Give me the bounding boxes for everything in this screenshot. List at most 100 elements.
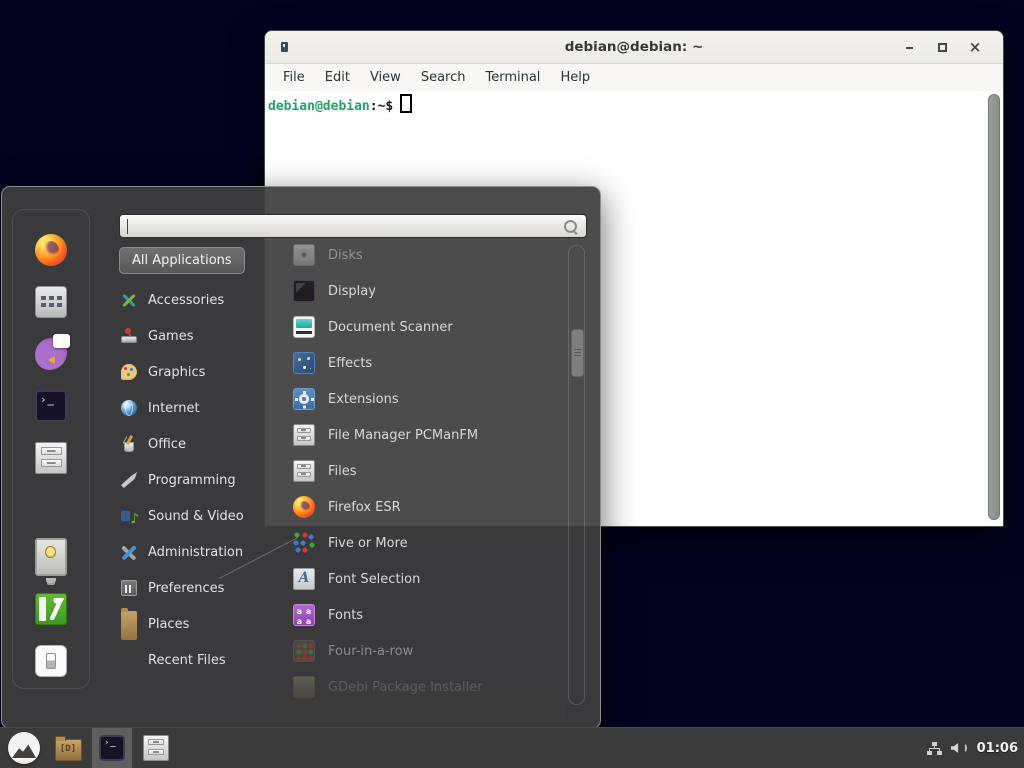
scanner-icon bbox=[293, 316, 315, 338]
category-graphics[interactable]: Graphics bbox=[119, 354, 279, 390]
minimize-button[interactable] bbox=[900, 40, 918, 55]
maximize-button[interactable] bbox=[933, 40, 951, 55]
category-programming[interactable]: Programming bbox=[119, 462, 279, 498]
terminal-menu-file[interactable]: File bbox=[273, 66, 315, 89]
app-item-label: Firefox ESR bbox=[328, 500, 401, 515]
app-item-display[interactable]: Display bbox=[285, 273, 567, 309]
terminal-menu-view[interactable]: View bbox=[360, 66, 411, 89]
favorite-software[interactable] bbox=[13, 276, 89, 328]
shutdown-icon bbox=[35, 645, 67, 677]
category-label: Administration bbox=[148, 545, 243, 560]
prompt-user-host: debian@debian bbox=[268, 99, 370, 114]
terminal-menu-edit[interactable]: Edit bbox=[315, 66, 360, 89]
category-label: Sound & Video bbox=[148, 509, 244, 524]
graphics-icon bbox=[121, 364, 137, 380]
messenger-icon bbox=[35, 338, 67, 370]
menu-scrollbar-track[interactable] bbox=[568, 245, 585, 705]
volume-icon[interactable] bbox=[951, 741, 968, 755]
taskbar-file-manager-button[interactable] bbox=[136, 728, 176, 768]
category-selected-button[interactable]: All Applications bbox=[119, 247, 245, 274]
favorite-screensaver[interactable] bbox=[13, 531, 89, 583]
display-icon bbox=[293, 280, 315, 302]
taskbar-launchers bbox=[0, 728, 176, 768]
application-list: Disks Display Document Scanner Effects Exten… bbox=[285, 237, 567, 705]
network-icon[interactable] bbox=[927, 742, 942, 755]
application-menu: All Applications Accessories Games Graphics… bbox=[1, 186, 601, 729]
app-item-effects[interactable]: Effects bbox=[285, 345, 567, 381]
app-item-five-or-more[interactable]: Five or More bbox=[285, 525, 567, 561]
filecab-icon bbox=[35, 442, 67, 474]
app-item-label: Effects bbox=[328, 356, 372, 371]
start-icon bbox=[8, 732, 40, 764]
favorite-firefox[interactable] bbox=[13, 224, 89, 276]
favorite-messenger[interactable] bbox=[13, 328, 89, 380]
app-item-firefox-esr[interactable]: Firefox ESR bbox=[285, 489, 567, 525]
screensaver-icon bbox=[35, 538, 67, 575]
terminal-title: debian@debian: ~ bbox=[265, 31, 1003, 63]
games-icon bbox=[121, 328, 137, 344]
favorite-terminal[interactable] bbox=[13, 380, 89, 432]
administration-icon bbox=[121, 544, 137, 560]
terminal-scrollbar-thumb[interactable] bbox=[988, 94, 1000, 520]
accessories-icon bbox=[121, 292, 137, 308]
search-icon bbox=[564, 220, 577, 233]
app-item-files[interactable]: Files bbox=[285, 453, 567, 489]
app-item-label: GDebi Package Installer bbox=[328, 680, 483, 695]
favorite-file-manager[interactable] bbox=[13, 432, 89, 484]
folder-d-icon bbox=[55, 739, 82, 761]
fontselection-icon bbox=[293, 568, 315, 590]
app-item-label: Display bbox=[328, 284, 376, 299]
app-item-font-selection[interactable]: Font Selection bbox=[285, 561, 567, 597]
terminal-menubar: FileEditViewSearchTerminalHelp bbox=[265, 64, 1003, 91]
category-accessories[interactable]: Accessories bbox=[119, 282, 279, 318]
app-item-label: Document Scanner bbox=[328, 320, 453, 335]
app-item-fonts[interactable]: Fonts bbox=[285, 597, 567, 633]
office-icon bbox=[121, 436, 137, 452]
clock[interactable]: 01:06 bbox=[977, 741, 1018, 756]
text-caret bbox=[127, 219, 128, 234]
favorite-logout[interactable] bbox=[13, 583, 89, 635]
category-all-applications[interactable]: All Applications bbox=[119, 247, 279, 279]
category-administration[interactable]: Administration bbox=[119, 534, 279, 570]
taskbar-terminal-button[interactable] bbox=[92, 728, 132, 768]
close-button[interactable] bbox=[966, 40, 984, 55]
search-input[interactable] bbox=[119, 214, 587, 238]
firefox-icon bbox=[35, 234, 67, 266]
category-games[interactable]: Games bbox=[119, 318, 279, 354]
terminal-menu-search[interactable]: Search bbox=[411, 66, 476, 89]
desktop: debian@debian: ~ FileEditViewSearchTermi… bbox=[0, 0, 1024, 768]
category-office[interactable]: Office bbox=[119, 426, 279, 462]
taskbar-menu-button[interactable] bbox=[4, 728, 44, 768]
category-label: Games bbox=[148, 329, 193, 344]
category-places[interactable]: Places bbox=[119, 606, 279, 642]
prompt-path: :~$ bbox=[370, 99, 393, 114]
favorite-shutdown[interactable] bbox=[13, 635, 89, 687]
logout-icon bbox=[35, 593, 67, 625]
terminal-menu-terminal[interactable]: Terminal bbox=[475, 66, 550, 89]
app-item-four-in-a-row[interactable]: Four-in-a-row bbox=[285, 633, 567, 669]
taskbar-folder-button[interactable] bbox=[48, 728, 88, 768]
app-item-document-scanner[interactable]: Document Scanner bbox=[285, 309, 567, 345]
gdebi-icon bbox=[293, 676, 315, 698]
terminal-scrollbar-track[interactable] bbox=[988, 92, 1002, 524]
app-item-file-manager-pcmanfm[interactable]: File Manager PCManFM bbox=[285, 417, 567, 453]
software-icon bbox=[35, 286, 67, 318]
app-item-extensions[interactable]: Extensions bbox=[285, 381, 567, 417]
category-recent-files[interactable]: Recent Files bbox=[119, 642, 279, 678]
filecab-icon bbox=[143, 735, 169, 761]
app-item-gdebi-package-installer[interactable]: GDebi Package Installer bbox=[285, 669, 567, 705]
terminal-menu-help[interactable]: Help bbox=[550, 66, 600, 89]
fonts-icon bbox=[293, 604, 315, 626]
taskbar: 01:06 bbox=[0, 727, 1024, 768]
app-item-label: Extensions bbox=[328, 392, 399, 407]
category-sound-video[interactable]: Sound & Video bbox=[119, 498, 279, 534]
extensions-icon bbox=[293, 388, 315, 410]
terminal-titlebar[interactable]: debian@debian: ~ bbox=[265, 31, 1003, 64]
programming-icon bbox=[121, 472, 137, 488]
fiveormore-icon bbox=[293, 532, 315, 554]
app-item-disks[interactable]: Disks bbox=[285, 237, 567, 273]
category-internet[interactable]: Internet bbox=[119, 390, 279, 426]
category-label: Preferences bbox=[148, 581, 224, 596]
category-preferences[interactable]: Preferences bbox=[119, 570, 279, 606]
menu-scrollbar-thumb[interactable] bbox=[571, 329, 584, 377]
